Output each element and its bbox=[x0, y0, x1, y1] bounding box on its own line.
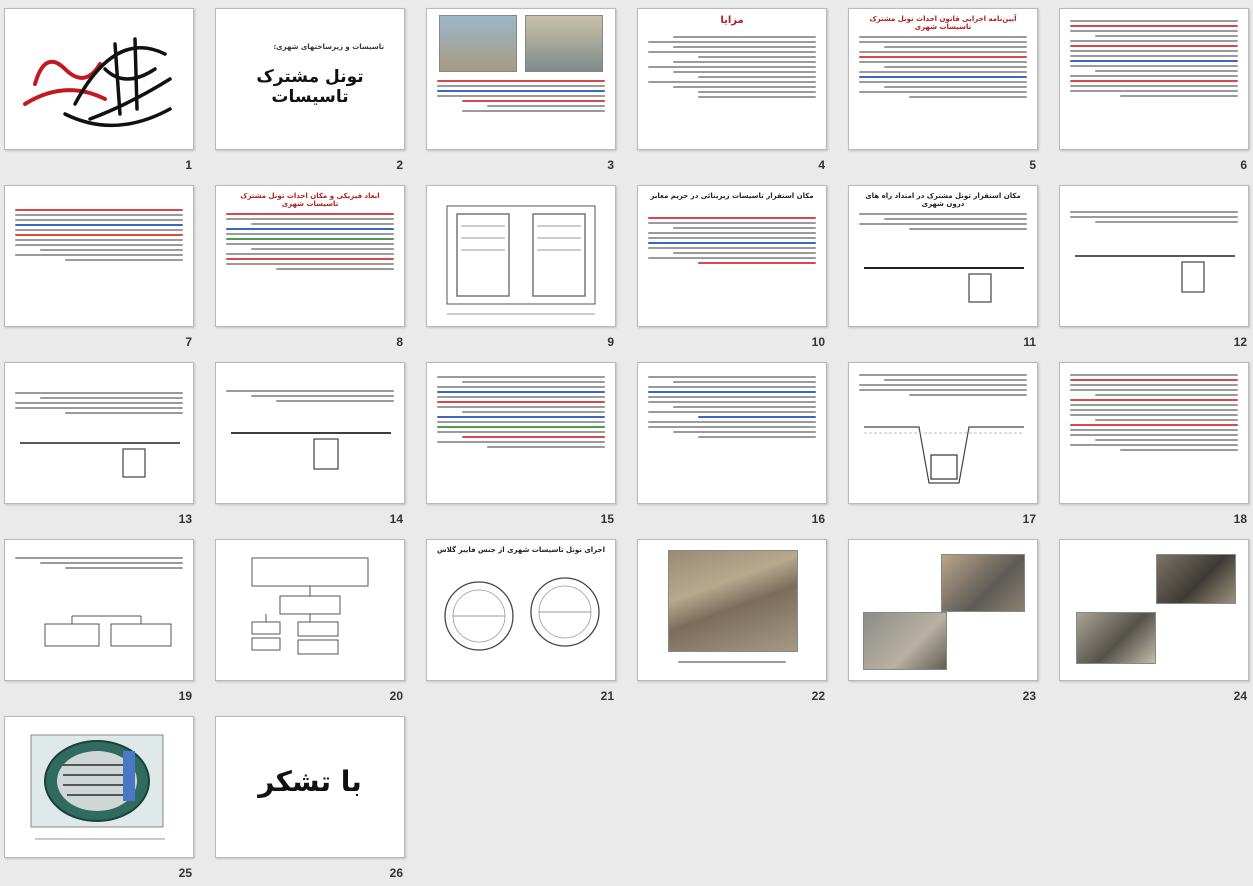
slide-thumbnail-5[interactable]: آیین‌نامه اجرایی قانون احداث تونل مشترک … bbox=[848, 8, 1038, 178]
tunnel-photo bbox=[863, 612, 947, 670]
tunnel-photo bbox=[1156, 554, 1236, 604]
slide-number: 26 bbox=[389, 866, 403, 880]
slide-number: 25 bbox=[178, 866, 192, 880]
slide-thumbnail-9[interactable]: 9 bbox=[426, 185, 616, 355]
slide-number: 22 bbox=[811, 689, 825, 703]
tunnel-render-icon bbox=[30, 734, 165, 840]
tunnel-photo bbox=[439, 15, 517, 72]
slide-number: 5 bbox=[1029, 158, 1036, 172]
slide-thumbnail-16[interactable]: 16 bbox=[637, 362, 827, 532]
slide-title: ابعاد فیزیکی و مکان احداث تونل مشترک تاس… bbox=[240, 192, 380, 209]
slide-thumbnail-24[interactable]: 24 bbox=[1059, 539, 1249, 709]
tunnel-photo bbox=[941, 554, 1025, 612]
slide-number: 16 bbox=[811, 512, 825, 526]
slide-thumbnail-17[interactable]: 17 bbox=[848, 362, 1038, 532]
slide-thumbnail-11[interactable]: مکان استقرار تونل مشترک در امتداد راه ها… bbox=[848, 185, 1038, 355]
org-chart-icon bbox=[44, 615, 172, 647]
road-section-icon bbox=[864, 267, 1024, 303]
slide-number: 13 bbox=[178, 512, 192, 526]
slide-subtitle: تاسیسات و زیرساختهای شهری: bbox=[273, 43, 384, 51]
slide-thumbnail-18[interactable]: 18 bbox=[1059, 362, 1249, 532]
slide-number: 1 bbox=[185, 158, 192, 172]
slide-number: 7 bbox=[185, 335, 192, 349]
slide-thumbnail-13[interactable]: 13 bbox=[4, 362, 194, 532]
slide-thumbnail-26[interactable]: با تشکر 26 bbox=[215, 716, 405, 886]
slide-number: 10 bbox=[811, 335, 825, 349]
slide-number: 17 bbox=[1022, 512, 1036, 526]
thanks-text: با تشکر bbox=[258, 765, 362, 798]
slide-title: آیین‌نامه اجرایی قانون احداث تونل مشترک … bbox=[869, 15, 1017, 32]
calligraphy-icon bbox=[23, 37, 172, 128]
slide-number: 4 bbox=[818, 158, 825, 172]
slide-thumbnail-6[interactable]: 6 bbox=[1059, 8, 1249, 178]
slide-title: مزایا bbox=[720, 15, 744, 26]
slide-thumbnail-15[interactable]: 15 bbox=[426, 362, 616, 532]
slide-thumbnail-10[interactable]: مکان استقرار تاسیسات زیربنائی در حریم مع… bbox=[637, 185, 827, 355]
slide-number: 6 bbox=[1240, 158, 1247, 172]
road-section-icon bbox=[20, 442, 180, 478]
slide-number: 12 bbox=[1233, 335, 1247, 349]
slide-title: مکان استقرار تاسیسات زیربنائی در حریم مع… bbox=[650, 192, 814, 200]
slide-number: 3 bbox=[607, 158, 614, 172]
road-section-icon bbox=[231, 432, 391, 470]
slide-thumbnail-4[interactable]: مزایا 4 bbox=[637, 8, 827, 178]
slide-number: 19 bbox=[178, 689, 192, 703]
slide-number: 2 bbox=[396, 158, 403, 172]
construction-photo bbox=[668, 550, 798, 652]
slide-thumbnail-22[interactable]: 22 bbox=[637, 539, 827, 709]
slide-number: 15 bbox=[600, 512, 614, 526]
slide-thumbnail-21[interactable]: اجرای تونل تاسیسات شهری از جنس فایبر گلا… bbox=[426, 539, 616, 709]
slide-thumbnail-20[interactable]: 20 bbox=[215, 539, 405, 709]
slide-thumbnail-19[interactable]: 19 bbox=[4, 539, 194, 709]
slide-number: 9 bbox=[607, 335, 614, 349]
slide-thumbnail-14[interactable]: 14 bbox=[215, 362, 405, 532]
trench-drawing-icon bbox=[864, 426, 1024, 484]
slide-number: 8 bbox=[396, 335, 403, 349]
slide-thumbnail-2[interactable]: تاسیسات و زیرساختهای شهری: تونل مشترک تا… bbox=[215, 8, 405, 178]
slide-number: 14 bbox=[389, 512, 403, 526]
slide-thumbnail-23[interactable]: 23 bbox=[848, 539, 1038, 709]
slide-title: تونل مشترک تاسیسات bbox=[256, 67, 364, 107]
tunnel-drawing-icon bbox=[446, 205, 596, 315]
slide-number: 18 bbox=[1233, 512, 1247, 526]
org-chart-icon bbox=[251, 557, 369, 655]
slide-thumbnail-8[interactable]: ابعاد فیزیکی و مکان احداث تونل مشترک تاس… bbox=[215, 185, 405, 355]
pipe-section-icon bbox=[444, 577, 600, 651]
tunnel-photo bbox=[525, 15, 603, 72]
tunnel-photo bbox=[1076, 612, 1156, 664]
road-section-icon bbox=[1075, 255, 1235, 293]
slide-number: 11 bbox=[1023, 335, 1036, 349]
slide-thumbnail-1[interactable]: 1 bbox=[4, 8, 194, 178]
slide-thumbnail-7[interactable]: 7 bbox=[4, 185, 194, 355]
slide-number: 23 bbox=[1022, 689, 1036, 703]
slide-thumbnail-3[interactable]: 3 bbox=[426, 8, 616, 178]
slide-number: 21 bbox=[600, 689, 614, 703]
slide-number: 24 bbox=[1233, 689, 1247, 703]
slide-thumbnail-25[interactable]: 25 bbox=[4, 716, 194, 886]
slide-thumbnail-12[interactable]: 12 bbox=[1059, 185, 1249, 355]
slide-number: 20 bbox=[389, 689, 403, 703]
